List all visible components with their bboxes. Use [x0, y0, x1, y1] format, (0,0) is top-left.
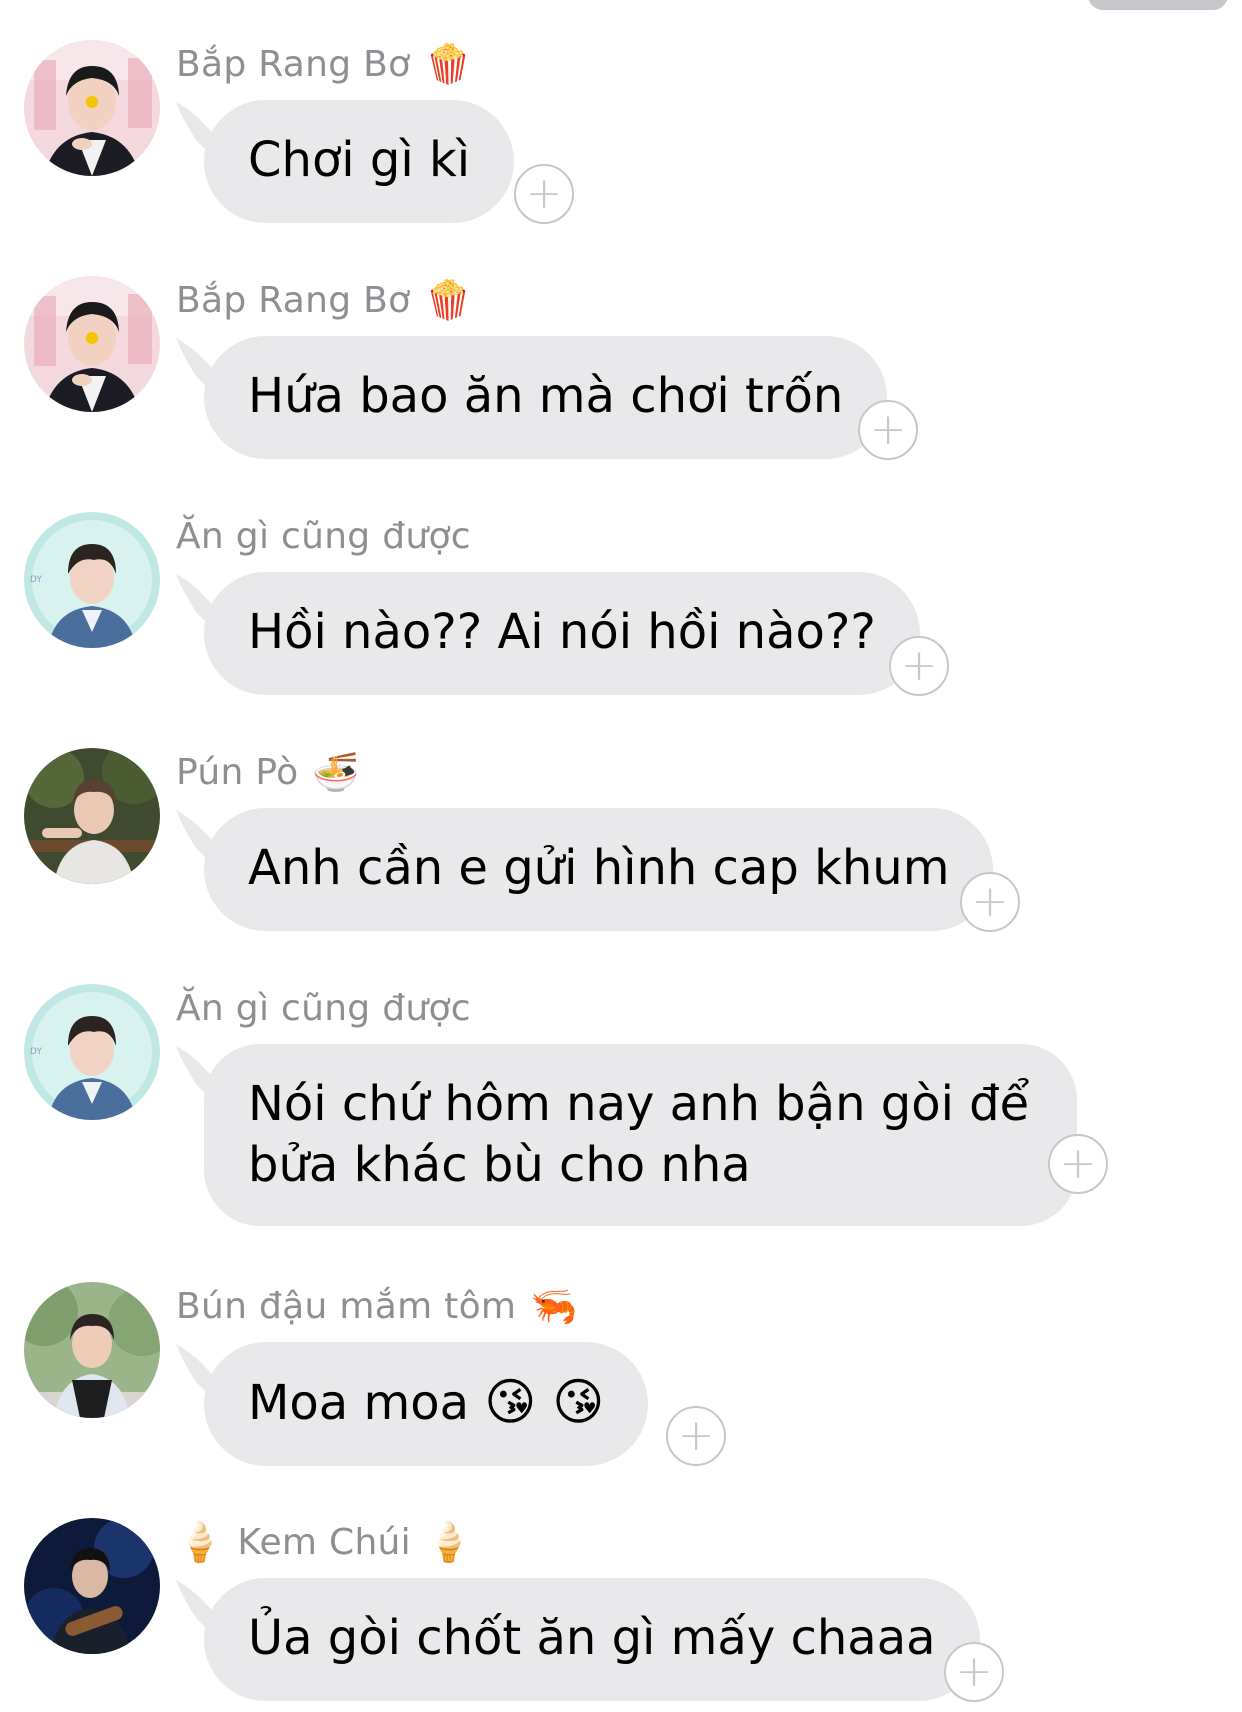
sender-label: Ăn gì cũng được [176, 984, 471, 1032]
avatar[interactable] [24, 1282, 160, 1418]
popcorn-icon: 🍿 [424, 42, 472, 86]
message-bubble-wrap: Hứa bao ăn mà chơi trốn [176, 336, 888, 459]
add-reaction-button[interactable]: + [1048, 1134, 1108, 1194]
ice-cream-icon: 🍦 [176, 1520, 224, 1564]
message-text: Hứa bao ăn mà chơi trốn [248, 368, 844, 424]
message-bubble[interactable]: Hứa bao ăn mà chơi trốn [204, 336, 888, 459]
add-reaction-button[interactable]: + [858, 400, 918, 460]
svg-text:DY: DY [30, 1047, 42, 1057]
message-bubble-wrap: Chơi gì kì [176, 100, 515, 223]
add-reaction-button[interactable]: + [514, 164, 574, 224]
avatar[interactable]: DY [24, 512, 160, 648]
noodle-bowl-icon: 🍜 [312, 750, 360, 794]
message-text: Ủa gòi chốt ăn gì mấy chaaa [248, 1610, 936, 1666]
message-bubble-wrap: Nói chứ hôm nay anh bận gòi để bửa khác … [176, 1044, 1078, 1226]
ice-cream-icon: 🍦 [424, 1520, 473, 1564]
message-bubble[interactable]: Hồi nào?? Ai nói hồi nào?? [204, 572, 920, 695]
avatar[interactable] [24, 1518, 160, 1654]
sender-name: Ăn gì cũng được [176, 987, 471, 1029]
message-bubble-wrap: Hồi nào?? Ai nói hồi nào?? [176, 572, 920, 695]
sender-name: Kem Chúi [237, 1521, 411, 1563]
message-bubble[interactable]: Moa moa 😘 😘 [204, 1342, 649, 1466]
top-scroll-pill [1088, 0, 1228, 10]
sender-label: Bắp Rang Bơ 🍿 [176, 276, 472, 324]
add-reaction-button[interactable]: + [889, 636, 949, 696]
message-text-line: bửa khác bù cho nha [248, 1137, 751, 1193]
sender-label: Bún đậu mắm tôm 🦐 [176, 1282, 578, 1330]
shrimp-icon: 🦐 [530, 1284, 578, 1328]
sender-label: 🍦 Kem Chúi 🍦 [176, 1518, 472, 1566]
message-text: Anh cần e gửi hình cap khum [248, 840, 950, 896]
avatar-photo-icon [24, 1518, 160, 1654]
add-reaction-button[interactable]: + [960, 872, 1020, 932]
message-bubble-wrap: Ủa gòi chốt ăn gì mấy chaaa [176, 1578, 980, 1701]
avatar-photo-icon: DY [24, 512, 160, 648]
sender-name: Bún đậu mắm tôm [176, 1285, 517, 1327]
avatar[interactable] [24, 40, 160, 176]
add-reaction-button[interactable]: + [944, 1642, 1004, 1702]
sender-name: Bắp Rang Bơ [176, 279, 411, 321]
message-text: Chơi gì kì [248, 132, 471, 188]
sender-name: Pún Pò [176, 751, 299, 793]
avatar[interactable]: DY [24, 984, 160, 1120]
avatar-photo-icon [24, 276, 160, 412]
message-bubble[interactable]: Ủa gòi chốt ăn gì mấy chaaa [204, 1578, 980, 1701]
message-bubble-wrap: Moa moa 😘 😘 [176, 1342, 649, 1466]
sender-name: Bắp Rang Bơ [176, 43, 411, 85]
popcorn-icon: 🍿 [424, 278, 472, 322]
add-reaction-button[interactable]: + [666, 1406, 726, 1466]
avatar-photo-icon [24, 1282, 160, 1418]
sender-label: Pún Pò 🍜 [176, 748, 360, 796]
sender-label: Bắp Rang Bơ 🍿 [176, 40, 472, 88]
sender-label: Ăn gì cũng được [176, 512, 471, 560]
avatar[interactable] [24, 748, 160, 884]
svg-text:DY: DY [30, 575, 42, 585]
kiss-emoji-icon: 😘 😘 [484, 1373, 605, 1431]
message-bubble-wrap: Anh cần e gửi hình cap khum [176, 808, 994, 931]
message-bubble[interactable]: Anh cần e gửi hình cap khum [204, 808, 994, 931]
avatar-photo-icon [24, 748, 160, 884]
message-text: Moa moa [248, 1375, 469, 1431]
chat-screen: Bắp Rang Bơ 🍿 Chơi gì kì + Bắp Rang Bơ 🍿… [0, 0, 1242, 1712]
message-bubble[interactable]: Nói chứ hôm nay anh bận gòi để bửa khác … [204, 1044, 1078, 1226]
message-text: Hồi nào?? Ai nói hồi nào?? [248, 604, 876, 660]
message-text-line: Nói chứ hôm nay anh bận gòi để [248, 1076, 1030, 1132]
message-bubble[interactable]: Chơi gì kì [204, 100, 515, 223]
sender-name: Ăn gì cũng được [176, 515, 471, 557]
avatar[interactable] [24, 276, 160, 412]
avatar-photo-icon [24, 40, 160, 176]
avatar-photo-icon: DY [24, 984, 160, 1120]
